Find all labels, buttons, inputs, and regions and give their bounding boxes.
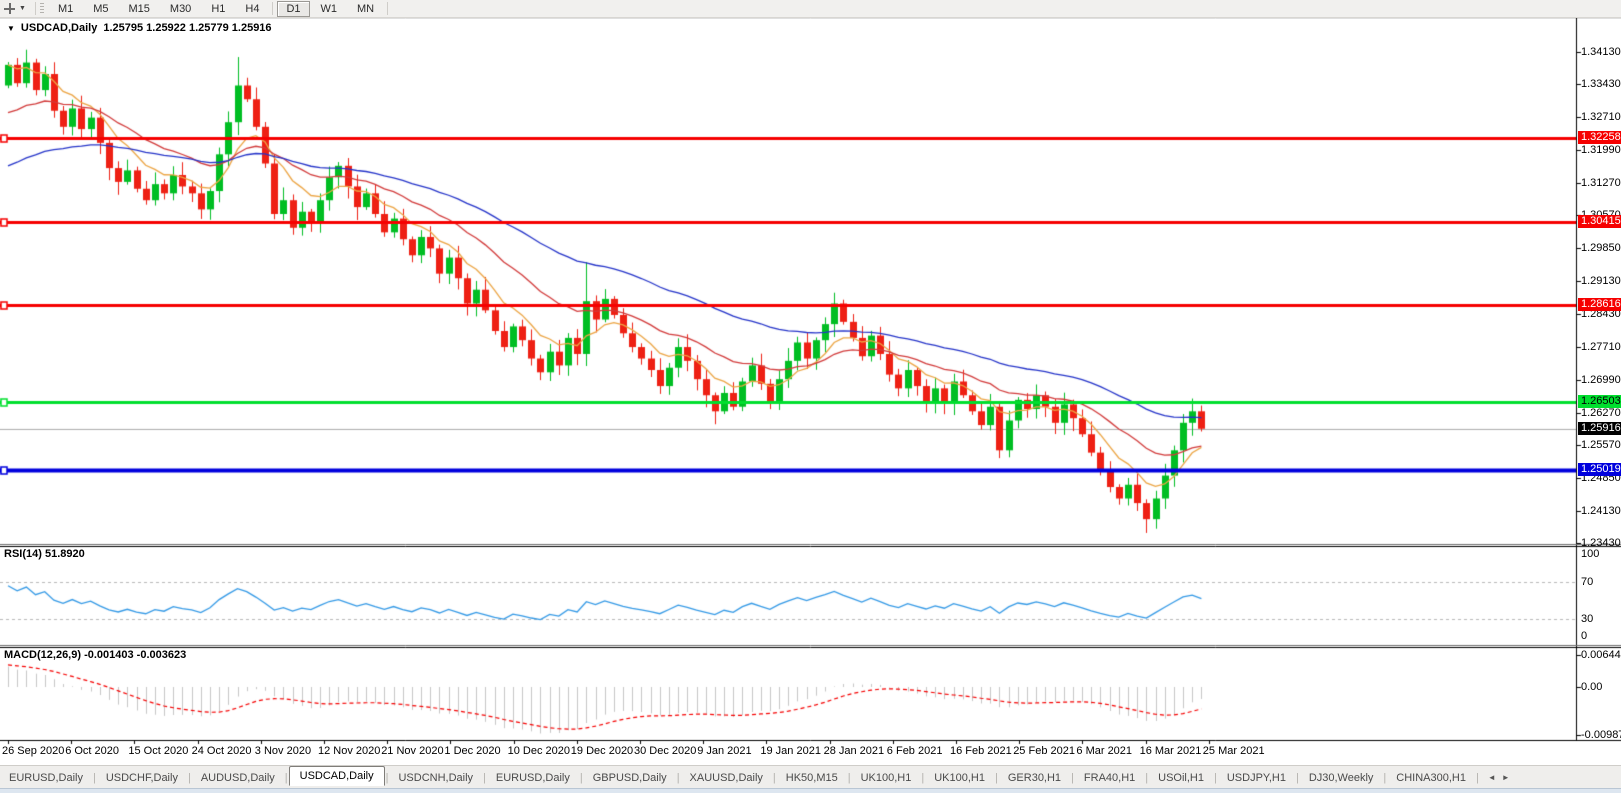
timeframe-button-w1[interactable]: W1 <box>312 1 347 17</box>
timeframe-button-group: M1 M5 M15 M30 H1 H4 D1 W1 MN <box>48 0 391 17</box>
price-axis-label: 1.23430 <box>1581 537 1621 550</box>
timeframe-button-d1[interactable]: D1 <box>277 0 310 17</box>
macd-axis-label: -0.009871 <box>1581 729 1621 742</box>
chart-tab-usdcad-daily[interactable]: USDCAD,Daily <box>288 766 385 786</box>
date-axis-label: 3 Nov 2020 <box>254 745 312 757</box>
rsi-axis-label: 70 <box>1581 576 1594 588</box>
date-axis-label: 1 Dec 2020 <box>444 745 501 757</box>
price-axis-label: 1.24130 <box>1581 504 1621 517</box>
toolbar-separator <box>272 2 274 15</box>
macd-indicator-label: MACD(12,26,9) -0.001403 -0.003623 <box>4 649 187 661</box>
hline-price-badge: 1.32258 <box>1578 130 1621 144</box>
toolbar: ▼ M1 M5 M15 M30 H1 H4 D1 W1 MN <box>0 0 1621 18</box>
chart-tab-dj30-weekly[interactable]: DJ30,Weekly <box>1300 770 1383 786</box>
chart-ohlc-values: 1.25795 1.25922 1.25779 1.25916 <box>103 22 272 34</box>
date-axis-label: 26 Sep 2020 <box>2 745 65 757</box>
date-axis-label: 15 Oct 2020 <box>128 745 189 757</box>
price-axis-label: 1.27710 <box>1581 340 1621 353</box>
timeframe-button-m15[interactable]: M15 <box>120 1 159 17</box>
bid-price-badge: 1.25916 <box>1578 421 1621 435</box>
tab-scroll-left-icon[interactable]: ◄ <box>1488 773 1496 782</box>
toolbar-separator <box>34 2 36 15</box>
price-axis-label: 1.31270 <box>1581 177 1621 190</box>
collapse-arrow-icon[interactable]: ▼ <box>7 24 15 33</box>
tab-scroll-arrows: ◄ ► <box>1488 773 1510 782</box>
timeframe-button-h1[interactable]: H1 <box>202 1 234 17</box>
chevron-down-icon[interactable]: ▼ <box>19 5 26 12</box>
rsi-axis-label: 0 <box>1581 630 1588 642</box>
tab-separator: | <box>284 771 288 784</box>
date-axis-label: 28 Jan 2021 <box>823 745 885 757</box>
date-axis-label: 6 Mar 2021 <box>1076 745 1133 757</box>
date-axis-label: 12 Nov 2020 <box>318 745 381 757</box>
rsi-axis-label: 100 <box>1581 548 1600 561</box>
timeframe-button-m30[interactable]: M30 <box>161 1 200 17</box>
chart-tab-eurusd-daily[interactable]: EURUSD,Daily <box>487 770 579 786</box>
date-axis-label: 6 Feb 2021 <box>886 745 943 757</box>
hline-price-badge: 1.30415 <box>1578 215 1621 229</box>
chart-tab-hk50-m15[interactable]: HK50,M15 <box>777 770 847 786</box>
timeframe-button-m5[interactable]: M5 <box>84 1 117 17</box>
chart-tab-uk100-h1[interactable]: UK100,H1 <box>852 770 921 786</box>
chart-title: ▼ USDCAD,Daily 1.25795 1.25922 1.25779 1… <box>7 22 272 34</box>
price-chart-canvas[interactable] <box>0 0 1621 793</box>
tab-scroll-right-icon[interactable]: ► <box>1502 773 1510 782</box>
date-axis-label: 30 Dec 2020 <box>634 745 697 757</box>
chart-tab-usoil-h1[interactable]: USOil,H1 <box>1149 770 1213 786</box>
price-axis-label: 1.31990 <box>1581 144 1621 157</box>
hline-price-badge: 1.28616 <box>1578 298 1621 312</box>
date-axis-label: 19 Jan 2021 <box>760 745 821 757</box>
price-axis-label: 1.25570 <box>1581 438 1621 451</box>
timeframe-button-h4[interactable]: H4 <box>236 1 268 17</box>
chart-tab-china300-h1[interactable]: CHINA300,H1 <box>1387 770 1475 786</box>
chart-tab-bar: EURUSD,Daily | USDCHF,Daily | AUDUSD,Daily | U… <box>0 765 1621 789</box>
chart-tab-usdchf-daily[interactable]: USDCHF,Daily <box>97 770 187 786</box>
chart-tab-gbpusd-daily[interactable]: GBPUSD,Daily <box>584 770 676 786</box>
chart-tab-usdjpy-h1[interactable]: USDJPY,H1 <box>1218 770 1295 786</box>
date-axis-label: 16 Mar 2021 <box>1139 745 1202 757</box>
date-axis-label: 6 Oct 2020 <box>65 745 120 757</box>
toolbar-separator <box>387 2 389 15</box>
toolbar-grip[interactable] <box>39 2 44 15</box>
rsi-indicator-label: RSI(14) 51.8920 <box>4 548 85 560</box>
chart-tab-uk100-h1[interactable]: UK100,H1 <box>925 770 994 786</box>
date-axis-label: 16 Feb 2021 <box>950 745 1012 757</box>
price-axis-label: 1.26990 <box>1581 373 1621 386</box>
chart-tab-xauusd-daily[interactable]: XAUUSD,Daily <box>681 770 772 786</box>
terminal-window: { "toolbar": { "crosshair_icon": "crossh… <box>0 0 1621 793</box>
macd-axis-label: 0.00 <box>1581 681 1603 693</box>
hline-price-badge: 1.25019 <box>1578 463 1621 477</box>
price-axis-label: 1.34130 <box>1581 46 1621 58</box>
date-axis-label: 19 Dec 2020 <box>570 745 634 757</box>
price-axis-label: 1.32710 <box>1581 111 1621 124</box>
crosshair-icon[interactable] <box>3 2 17 15</box>
price-axis-label: 1.33430 <box>1581 78 1621 91</box>
date-axis-label: 25 Feb 2021 <box>1013 745 1075 757</box>
date-axis-label: 25 Mar 2021 <box>1202 745 1265 757</box>
tab-separator: | <box>1475 771 1479 784</box>
chart-tab-ger30-h1[interactable]: GER30,H1 <box>999 770 1070 786</box>
chart-tab-fra40-h1[interactable]: FRA40,H1 <box>1075 770 1144 786</box>
chart-symbol-period: USDCAD,Daily <box>20 22 98 34</box>
price-axis-label: 1.29130 <box>1581 275 1621 288</box>
timeframe-button-m1[interactable]: M1 <box>49 1 82 17</box>
date-axis-label: 21 Nov 2020 <box>381 745 444 757</box>
price-axis-label: 1.26270 <box>1581 406 1621 419</box>
price-axis-label: 1.29850 <box>1581 242 1621 255</box>
chart-tab-usdcnh-daily[interactable]: USDCNH,Daily <box>389 770 482 786</box>
macd-axis-label: 0.006444 <box>1581 649 1621 662</box>
bottom-strip <box>0 788 1621 793</box>
hline-price-badge: 1.26503 <box>1578 395 1621 408</box>
chart-tab-audusd-daily[interactable]: AUDUSD,Daily <box>192 770 284 786</box>
date-axis-label: 24 Oct 2020 <box>191 745 252 757</box>
date-axis-label: 9 Jan 2021 <box>697 745 752 757</box>
rsi-axis-label: 30 <box>1581 613 1594 625</box>
chart-tab-eurusd-daily[interactable]: EURUSD,Daily <box>0 770 92 786</box>
timeframe-button-mn[interactable]: MN <box>348 1 383 17</box>
date-axis-label: 10 Dec 2020 <box>507 745 570 757</box>
